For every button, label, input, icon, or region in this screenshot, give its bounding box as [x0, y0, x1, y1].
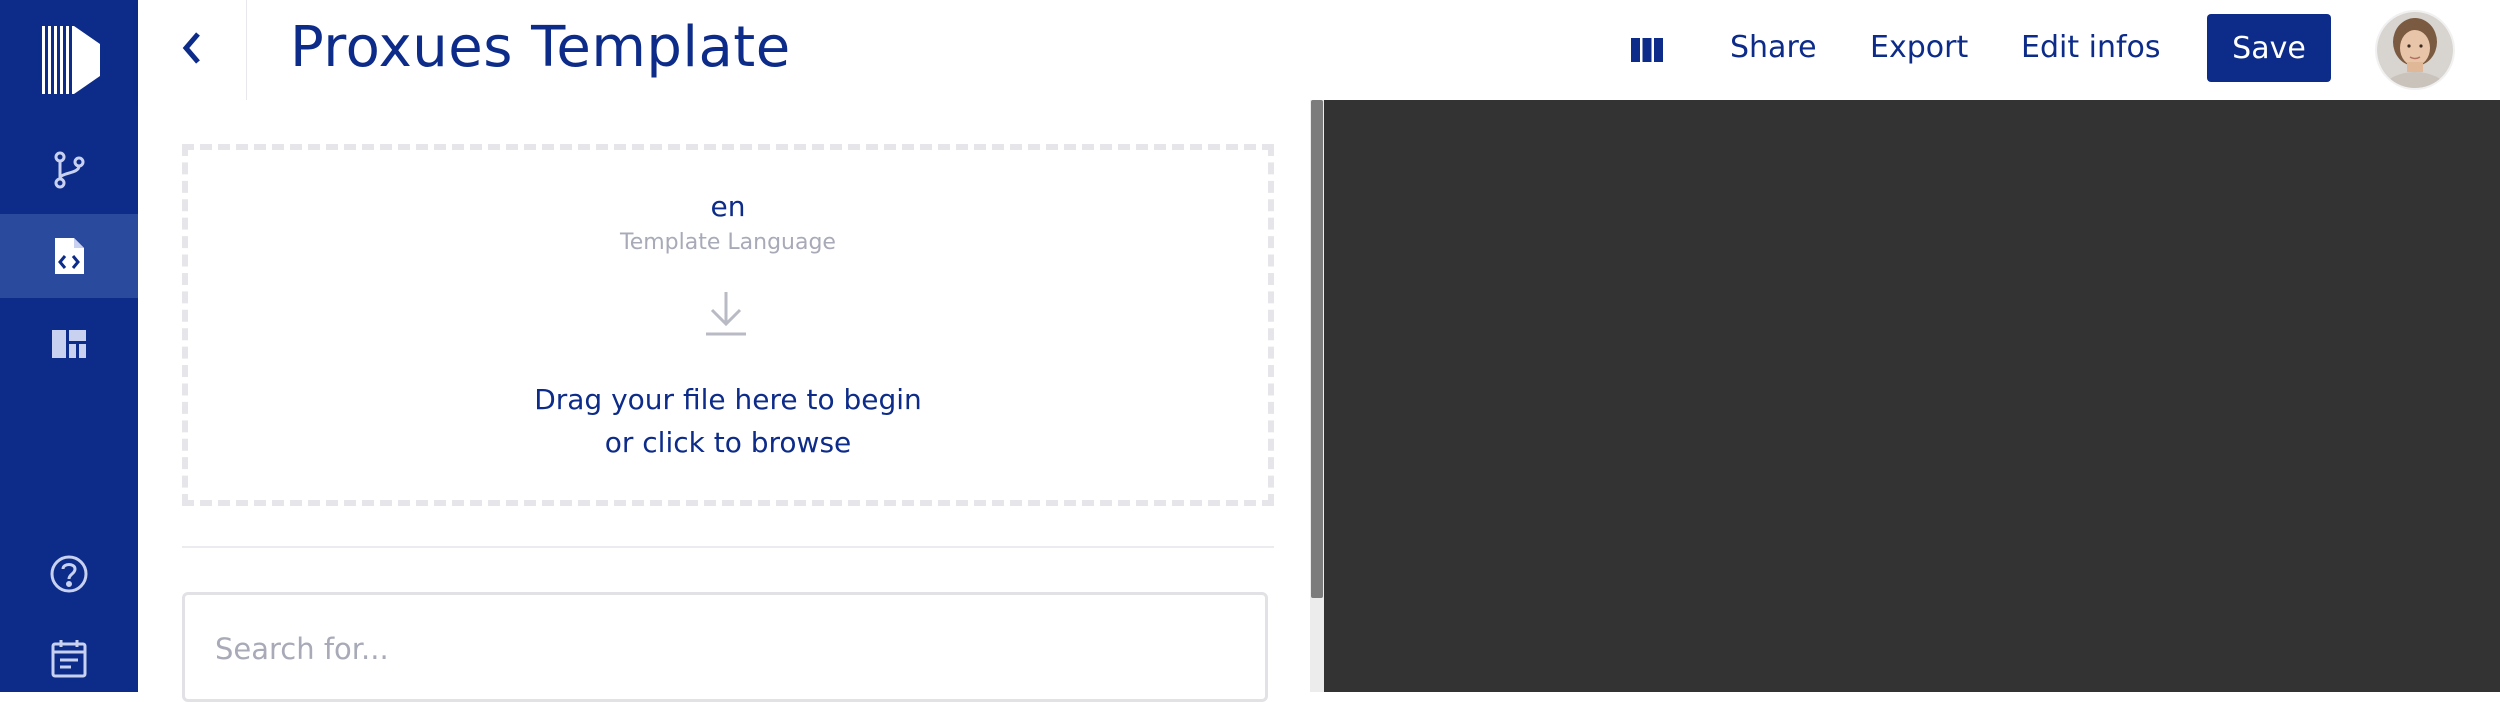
edit-infos-button[interactable]: Edit infos — [2021, 30, 2161, 66]
template-language-value: en — [710, 190, 746, 223]
dashboard-icon — [52, 330, 86, 358]
dropzone-instructions: Drag your file here to begin or click to… — [188, 378, 1268, 464]
sidebar-item-dashboard[interactable] — [0, 302, 138, 386]
search-box — [182, 592, 1268, 702]
calendar-icon — [51, 638, 87, 678]
columns-view-button[interactable] — [1631, 32, 1675, 68]
columns-icon — [1631, 38, 1663, 66]
page-title: Proxues Template — [290, 15, 791, 80]
dropzone-line-2: or click to browse — [604, 426, 852, 459]
preview-area — [1324, 100, 2500, 692]
avatar[interactable] — [2375, 10, 2455, 90]
export-button[interactable]: Export — [1870, 30, 1968, 66]
sidebar — [0, 0, 138, 692]
file-dropzone[interactable]: en Template Language Drag your file here… — [182, 144, 1274, 506]
sidebar-item-templates[interactable] — [0, 214, 138, 298]
sidebar-item-help[interactable] — [0, 532, 138, 616]
code-file-icon — [52, 236, 86, 276]
scrollbar-thumb[interactable] — [1311, 100, 1323, 598]
help-icon — [49, 554, 89, 594]
template-language-label: Template Language — [620, 230, 836, 255]
back-button[interactable] — [138, 0, 247, 100]
template-panel: en Template Language Drag your file here… — [138, 100, 1310, 702]
sidebar-item-branches[interactable] — [0, 128, 138, 212]
logo-icon[interactable] — [34, 20, 104, 100]
dropzone-line-1: Drag your file here to begin — [534, 383, 922, 416]
chevron-left-icon — [180, 28, 204, 72]
save-button[interactable]: Save — [2207, 14, 2331, 82]
search-input[interactable] — [213, 623, 1217, 675]
download-arrow-icon — [702, 290, 750, 340]
share-button[interactable]: Share — [1730, 30, 1817, 66]
top-header: Proxues Template Share Export Edit infos… — [138, 0, 2500, 100]
sidebar-item-calendar[interactable] — [0, 616, 138, 700]
branch-icon — [52, 150, 86, 190]
divider — [182, 546, 1274, 548]
